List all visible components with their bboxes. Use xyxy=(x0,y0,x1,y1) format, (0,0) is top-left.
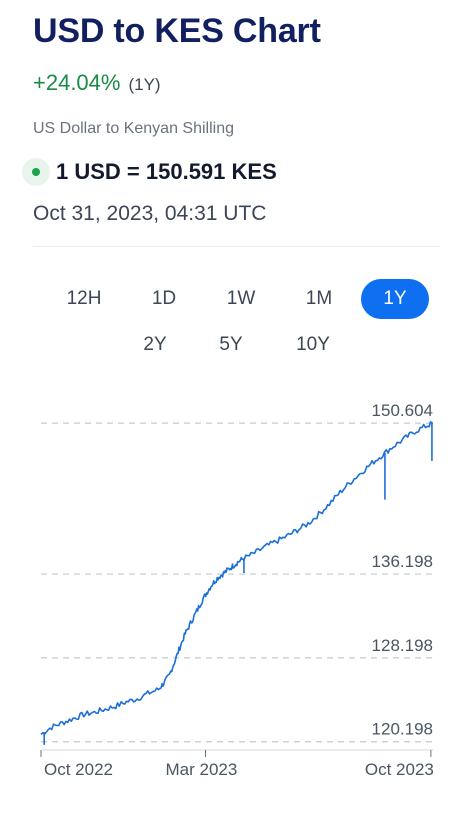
change-period: (1Y) xyxy=(128,75,161,94)
x-tick-label: Mar 2023 xyxy=(165,760,237,779)
rate-timestamp: Oct 31, 2023, 04:31 UTC xyxy=(33,202,267,225)
change-row: +24.04% (1Y) xyxy=(33,70,161,96)
x-tick-label: Oct 2023 xyxy=(365,760,434,779)
y-tick-label: 136.198 xyxy=(372,552,433,571)
range-1m-button[interactable]: 1M xyxy=(293,279,345,319)
range-1d-button[interactable]: 1D xyxy=(139,279,189,319)
range-5y-button[interactable]: 5Y xyxy=(206,325,256,365)
series-line xyxy=(40,421,434,735)
range-10y-button[interactable]: 10Y xyxy=(285,325,341,365)
usd-kes-line-chart[interactable]: 150.604 136.198 128.198 120.198 Oct 2022 Mar … xyxy=(0,390,474,814)
range-1w-button[interactable]: 1W xyxy=(215,279,267,319)
percent-change: +24.04% xyxy=(33,70,121,95)
range-12h-button[interactable]: 12H xyxy=(58,279,110,319)
divider xyxy=(33,246,440,247)
page-title: USD to KES Chart xyxy=(33,12,321,50)
range-2y-button[interactable]: 2Y xyxy=(130,325,180,365)
range-1y-button[interactable]: 1Y xyxy=(361,279,429,319)
x-tick-label: Oct 2022 xyxy=(44,760,113,779)
rate-row: 1 USD = 150.591 KES xyxy=(22,158,277,186)
live-indicator-icon xyxy=(22,158,50,186)
y-tick-label: 150.604 xyxy=(372,401,433,420)
exchange-rate: 1 USD = 150.591 KES xyxy=(56,159,277,184)
y-tick-label: 120.198 xyxy=(372,720,433,739)
y-tick-label: 128.198 xyxy=(372,636,433,655)
pair-description: US Dollar to Kenyan Shilling xyxy=(33,120,234,137)
